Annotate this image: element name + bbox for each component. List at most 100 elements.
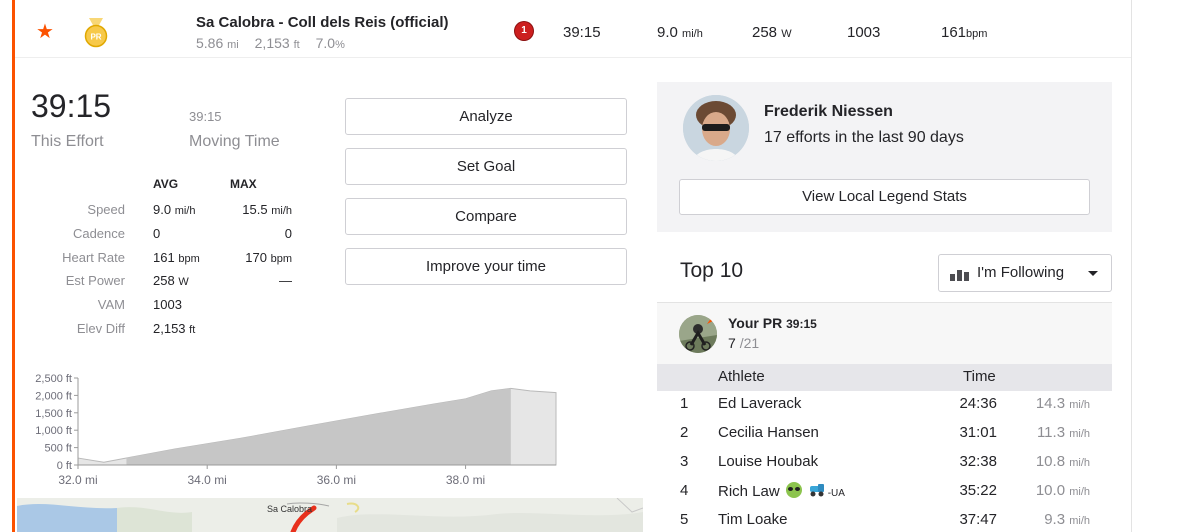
elevation-profile-chart[interactable]: 2,500 ft 2,000 ft 1,500 ft 1,000 ft 500 ft 0 … (20, 365, 560, 493)
effort-time-label: This Effort (31, 133, 104, 150)
segment-hr-value: 161 (941, 24, 967, 41)
leaderboard-rank: 5 (680, 511, 689, 528)
rank-badge: 1 (515, 22, 533, 40)
your-pr-rank-total: /21 (739, 335, 760, 351)
leaderboard-rank: 2 (680, 424, 689, 441)
leaderboard-rank: 1 (680, 395, 689, 412)
stat-avg: 161 bpm (153, 250, 200, 265)
leaderboard-speed-value: 9.3 (1044, 511, 1066, 528)
stat-max-value: — (279, 273, 292, 289)
leaderboard-filter-dropdown[interactable]: I'm Following (938, 254, 1112, 292)
segment-distance: 5.86 (196, 35, 224, 51)
elevation-y-tick-label: 1,000 ft (35, 425, 72, 437)
moving-time-label: Moving Time (189, 133, 280, 150)
athlete-name[interactable]: Tim Loake (718, 511, 787, 528)
leaderboard-time[interactable]: 32:38 (959, 453, 997, 470)
elevation-y-tick-label: 2,000 ft (35, 390, 72, 402)
leaderboard-speed: 10.8 mi/h (1036, 453, 1090, 470)
stat-max: 15.5 mi/h (242, 202, 292, 217)
leaderboard-athlete[interactable]: Cecilia Hansen (718, 424, 819, 441)
leaderboard-row[interactable]: 3 Louise Houbak 32:38 10.8 mi/h (657, 449, 1112, 478)
stat-max-value: 170 (245, 249, 267, 265)
leaderboard-time[interactable]: 24:36 (959, 395, 997, 412)
map-place-label: Sa Calobra (267, 504, 313, 514)
local-legend-avatar-image (683, 95, 749, 161)
stat-avg: 258 W (153, 273, 189, 288)
stat-label: Speed (87, 202, 125, 217)
leaderboard-speed: 14.3 mi/h (1036, 395, 1090, 412)
your-pr-rank: 7 /21 (728, 335, 759, 351)
leaderboard-speed-value: 11.3 (1036, 424, 1066, 441)
leaderboard-athlete[interactable]: Rich Law -UA (718, 482, 845, 500)
vehicle-emoji-icon (809, 484, 824, 497)
improve-time-button[interactable]: Improve your time (345, 248, 627, 285)
segment-elevation: 2,153 (254, 35, 290, 51)
stat-max-value: 0 (284, 225, 292, 241)
segment-meta: 5.86 mi 2,153 ft 7.0% (196, 35, 357, 51)
leaderboard-row[interactable]: 1 Ed Laverack 24:36 14.3 mi/h (657, 391, 1112, 420)
local-legend-name[interactable]: Frederik Niessen (764, 103, 893, 121)
your-pr-row[interactable]: Your PR 39:15 7 /21 (657, 302, 1112, 364)
leaderboard-athlete[interactable]: Louise Houbak (718, 453, 818, 470)
athlete-name[interactable]: Ed Laverack (718, 395, 801, 412)
elevation-area-segment (126, 388, 511, 465)
leaderboard-speed-unit: mi/h (1069, 399, 1090, 411)
leaderboard-time[interactable]: 35:22 (959, 482, 997, 499)
your-pr-label: Your PR 39:15 (728, 315, 817, 331)
pr-medal-icon: PR (84, 18, 108, 48)
stat-row: Cadence 0 0 (20, 226, 300, 246)
segment-name-link[interactable]: Sa Calobra - Coll dels Reis (official) (196, 14, 449, 31)
leaderboard-athlete[interactable]: Tim Loake (718, 511, 787, 528)
segment-power-unit: W (781, 28, 792, 40)
segment-power-value: 258 (752, 24, 778, 41)
leaderboard-row[interactable]: 5 Tim Loake 37:47 9.3 mi/h (657, 507, 1112, 532)
stat-max-value: 15.5 (242, 202, 268, 217)
elevation-y-tick-label: 2,500 ft (35, 373, 72, 385)
leaderboard-speed-value: 10.0 (1035, 482, 1066, 499)
leaderboard-speed: 10.0 mi/h (1036, 482, 1090, 499)
moving-time: 39:15 (189, 109, 222, 124)
stat-max: 170 bpm (245, 250, 292, 265)
local-legend-avatar[interactable] (683, 95, 749, 161)
stat-avg: 0 (153, 226, 160, 241)
athlete-name[interactable]: Rich Law (718, 483, 780, 500)
elevation-x-tick-label: 32.0 mi (58, 473, 97, 487)
view-local-legend-stats-button[interactable]: View Local Legend Stats (679, 179, 1090, 215)
leaderboard-row[interactable]: 4 Rich Law -UA 35:22 10.0 mi/h (657, 478, 1112, 507)
stat-max: 0 (285, 226, 292, 241)
stat-avg-value: 258 (153, 273, 175, 289)
set-goal-button[interactable]: Set Goal (345, 148, 627, 185)
leaderboard-rank: 4 (680, 482, 689, 499)
leaderboard-row[interactable]: 2 Cecilia Hansen 31:01 11.3 mi/h (657, 420, 1112, 449)
stat-row: VAM 1003 (20, 297, 300, 317)
leaderboard-speed-unit: mi/h (1069, 515, 1090, 527)
segment-grade-unit: % (335, 39, 345, 51)
segment-vam: 1003 (847, 24, 881, 41)
segment-elevation-unit: ft (293, 39, 300, 51)
leaderboard-time[interactable]: 37:47 (959, 511, 997, 528)
alien-emoji-icon (785, 482, 802, 498)
athlete-name[interactable]: Cecilia Hansen (718, 424, 819, 441)
segment-speed-value: 9.0 (657, 24, 678, 41)
segment-map[interactable]: Sa Calobra (17, 498, 643, 532)
elevation-y-tick-label: 1,500 ft (35, 408, 72, 420)
map-terrain (17, 498, 643, 532)
your-pr-time: 39:15 (786, 317, 817, 331)
selected-accent-bar (12, 0, 15, 532)
time-column-header: Time (963, 368, 996, 385)
segment-row[interactable]: ★ PR Sa Calobra - Coll dels Reis (offici… (15, 0, 1131, 58)
stat-avg-value: 1003 (153, 297, 182, 313)
star-icon[interactable]: ★ (36, 22, 54, 42)
leaderboard-header: Athlete Time (657, 364, 1112, 391)
leaderboard-athlete[interactable]: Ed Laverack (718, 395, 801, 412)
leaderboard-time[interactable]: 31:01 (959, 424, 997, 441)
segment-speed: 9.0 mi/h (657, 24, 703, 41)
analyze-button[interactable]: Analyze (345, 98, 627, 135)
athlete-column-header: Athlete (718, 368, 765, 385)
local-legend-efforts: 17 efforts in the last 90 days (764, 129, 964, 146)
athlete-name[interactable]: Louise Houbak (718, 453, 818, 470)
effort-time: 39:15 (31, 88, 112, 124)
stat-avg: 1003 (153, 297, 182, 312)
stat-row: Est Power 258 W — (20, 273, 300, 293)
compare-button[interactable]: Compare (345, 198, 627, 235)
